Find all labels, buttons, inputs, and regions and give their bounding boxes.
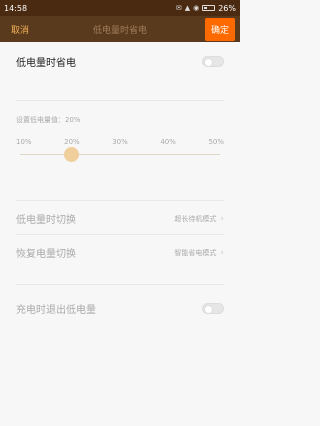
status-icons: ✉ ▲ ◉ 26% [176,4,236,13]
chevron-right-icon: › [220,247,224,258]
threshold-slider-track[interactable] [20,154,220,155]
low-battery-save-toggle[interactable] [202,56,224,67]
wifi-icon: ◉ [193,4,200,12]
restore-switch-row[interactable]: 恢复电量切换 智能省电模式 › [16,245,224,261]
tick-label: 50% [208,138,224,146]
status-bar: 14:58 ✉ ▲ ◉ 26% [0,0,240,16]
signal-icon: ▲ [184,4,191,12]
charging-exit-label: 充电时退出低电量 [16,305,96,316]
low-battery-switch-mode: 超长待机模式 [174,214,217,223]
threshold-slider-thumb[interactable] [64,147,79,162]
toggle-knob [204,305,213,314]
threshold-caption: 设置低电量值：20% [16,116,81,124]
tick-label: 30% [112,138,128,146]
restore-switch-value: 智能省电模式 › [174,248,224,258]
cancel-button[interactable]: 取消 [5,20,35,39]
status-time: 14:58 [4,3,28,13]
charging-exit-toggle[interactable] [202,303,224,314]
restore-switch-mode: 智能省电模式 [174,248,217,257]
low-battery-switch-label: 低电量时切换 [16,215,76,226]
low-battery-switch-row[interactable]: 低电量时切换 超长待机模式 › [16,211,224,227]
tick-label: 40% [160,138,176,146]
chevron-right-icon: › [220,213,224,224]
battery-percent: 26% [218,3,236,13]
tick-label: 20% [64,138,80,146]
divider [16,234,224,235]
threshold-ticks: 10% 20% 30% 40% 50% [16,138,224,146]
divider [16,200,224,201]
low-battery-save-label: 低电量时省电 [16,58,76,69]
toggle-knob [204,58,213,67]
title-bar: 取消 低电量时省电 确定 [0,16,240,42]
notification-icon: ✉ [175,4,182,12]
charging-exit-row[interactable]: 充电时退出低电量 [16,301,224,316]
divider [16,100,224,101]
confirm-button[interactable]: 确定 [204,17,235,41]
low-battery-switch-value: 超长待机模式 › [174,214,224,224]
battery-icon [202,5,216,11]
low-battery-save-row[interactable]: 低电量时省电 [16,54,224,69]
divider [16,284,224,285]
tick-label: 10% [16,138,32,146]
restore-switch-label: 恢复电量切换 [16,249,76,260]
